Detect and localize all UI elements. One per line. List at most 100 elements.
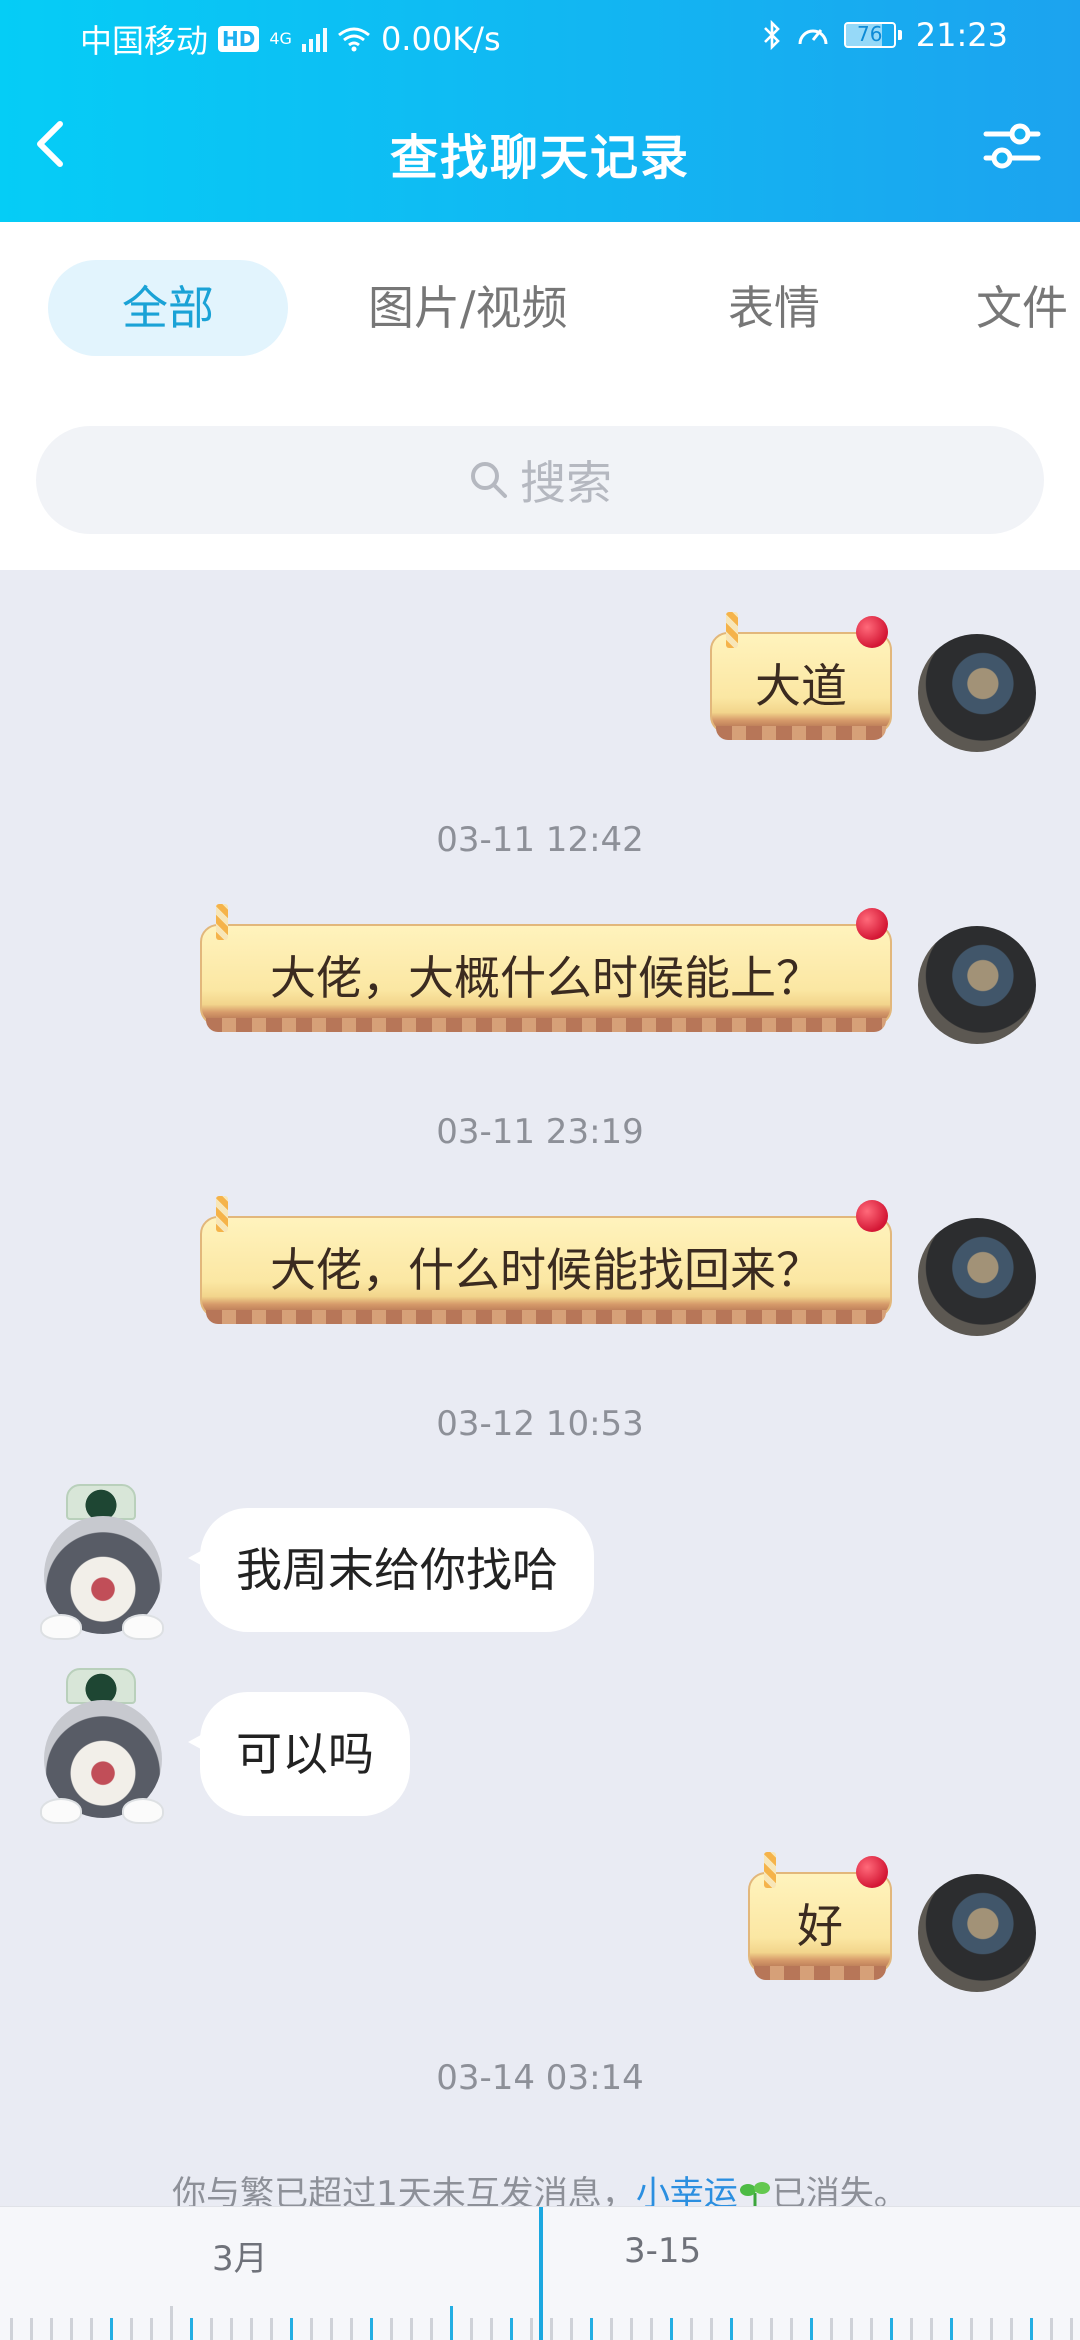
timeline-tick [550, 2318, 553, 2340]
battery-level: 76 [857, 22, 883, 46]
cherry-icon [856, 1200, 888, 1232]
timeline-tick [290, 2318, 293, 2340]
timeline-tick [870, 2318, 873, 2340]
signal-icon [301, 26, 327, 52]
timeline-tick [50, 2318, 53, 2340]
timeline-tick [390, 2318, 393, 2340]
timeline-tick [190, 2318, 193, 2340]
crown-decoration [66, 1484, 136, 1520]
timeline-tick [210, 2318, 213, 2340]
my-avatar[interactable] [918, 1218, 1036, 1336]
timeline-tick [670, 2318, 673, 2340]
header-bar: 中国移动 HD 4G 0.00K/s 76 21:23 查找聊天记录 [0, 0, 1080, 222]
date-timeline-scrubber[interactable]: 3月 3-15 [0, 2206, 1080, 2340]
timeline-tick [30, 2318, 33, 2340]
timeline-tick [650, 2318, 653, 2340]
timeline-tick [90, 2318, 93, 2340]
timeline-tick [110, 2318, 113, 2340]
timeline-tick [730, 2318, 733, 2340]
timeline-tick [230, 2318, 233, 2340]
cherry-icon [856, 616, 888, 648]
contact-avatar[interactable] [36, 1660, 166, 1830]
timeline-cursor[interactable] [539, 2207, 543, 2340]
timeline-tick [1070, 2318, 1073, 2340]
candle-icon [764, 1852, 776, 1888]
battery-icon: 76 [843, 22, 902, 48]
category-tabs: 全部 图片/视频 表情 文件 [0, 260, 1080, 356]
cherry-icon [856, 1856, 888, 1888]
timeline-tick [810, 2318, 813, 2340]
chat-history: 大道 03-11 12:42 大佬，大概什么时候能上？ 03-11 23:19 … [0, 570, 1080, 2214]
timeline-tick [890, 2318, 893, 2340]
sprout-icon [739, 2182, 770, 2207]
network-speed: 0.00K/s [380, 20, 501, 58]
carrier-label: 中国移动 [80, 22, 209, 60]
search-icon [471, 462, 507, 498]
search-input[interactable]: 搜索 [36, 426, 1044, 534]
message-bubble-other[interactable]: 可以吗 [188, 1692, 410, 1816]
app-screen: { "status_bar": { "carrier": "中国移动", "hd… [0, 0, 1080, 2340]
timeline-tick [270, 2318, 273, 2340]
clock-time: 21:23 [915, 16, 1008, 54]
timeline-tick [70, 2318, 73, 2340]
bluetooth-icon [763, 20, 780, 50]
message-text: 大佬，什么时候能找回来？ [270, 1243, 822, 1297]
timeline-tick [930, 2318, 933, 2340]
search-placeholder: 搜索 [520, 456, 612, 510]
timestamp: 03-12 10:53 [436, 1404, 644, 1444]
timeline-tick [350, 2318, 353, 2340]
message-bubble-me[interactable]: 好 [748, 1852, 892, 1984]
timestamp: 03-14 03:14 [436, 2058, 644, 2098]
timeline-tick [990, 2318, 993, 2340]
message-bubble-other[interactable]: 我周末给你找哈 [188, 1508, 594, 1632]
paw-icon [122, 1614, 164, 1640]
timeline-tick [1050, 2318, 1053, 2340]
my-avatar[interactable] [918, 1874, 1036, 1992]
timeline-month-label: 3月 [212, 2239, 268, 2279]
timeline-tick [470, 2318, 473, 2340]
paw-icon [122, 1798, 164, 1824]
message-bubble-me[interactable]: 大佬，什么时候能找回来？ [200, 1196, 892, 1328]
status-bar: 中国移动 HD 4G 0.00K/s 76 21:23 [0, 0, 1080, 72]
timeline-tick [850, 2318, 853, 2340]
tab-files[interactable]: 文件 [976, 260, 1068, 356]
timeline-tick [690, 2318, 693, 2340]
my-avatar[interactable] [918, 926, 1036, 1044]
timeline-tick [590, 2318, 593, 2340]
timeline-tick [310, 2318, 313, 2340]
timeline-tick [530, 2318, 533, 2340]
timeline-tick [830, 2318, 833, 2340]
filter-settings-icon[interactable] [980, 114, 1044, 178]
timeline-tick [130, 2318, 133, 2340]
timeline-tick [1030, 2318, 1033, 2340]
timestamp: 03-11 12:42 [436, 820, 644, 860]
message-bubble-me[interactable]: 大道 [710, 612, 892, 744]
timeline-tick [970, 2318, 973, 2340]
message-text: 好 [797, 1899, 843, 1953]
contact-avatar[interactable] [36, 1476, 166, 1646]
message-bubble-me[interactable]: 大佬，大概什么时候能上？ [200, 904, 892, 1036]
timeline-tick [490, 2318, 493, 2340]
timeline-tick [750, 2318, 753, 2340]
timeline-tick [790, 2318, 793, 2340]
wifi-icon [338, 27, 370, 52]
timeline-tick [570, 2318, 573, 2340]
tab-all[interactable]: 全部 [48, 260, 288, 356]
timeline-tick [710, 2318, 713, 2340]
timeline-tick [430, 2318, 433, 2340]
timeline-tick [950, 2318, 953, 2340]
tab-stickers[interactable]: 表情 [728, 260, 820, 356]
timeline-tick [250, 2318, 253, 2340]
timeline-tick [770, 2318, 773, 2340]
candle-icon [216, 1196, 228, 1232]
message-text: 大道 [755, 659, 847, 713]
timeline-date-label: 3-15 [624, 2231, 702, 2271]
timeline-tick [510, 2318, 513, 2340]
timeline-tick [630, 2318, 633, 2340]
tab-images-videos[interactable]: 图片/视频 [368, 260, 568, 356]
timeline-tick [610, 2318, 613, 2340]
timeline-tick [10, 2318, 13, 2340]
crown-decoration [66, 1668, 136, 1704]
timeline-tick [330, 2318, 333, 2340]
my-avatar[interactable] [918, 634, 1036, 752]
